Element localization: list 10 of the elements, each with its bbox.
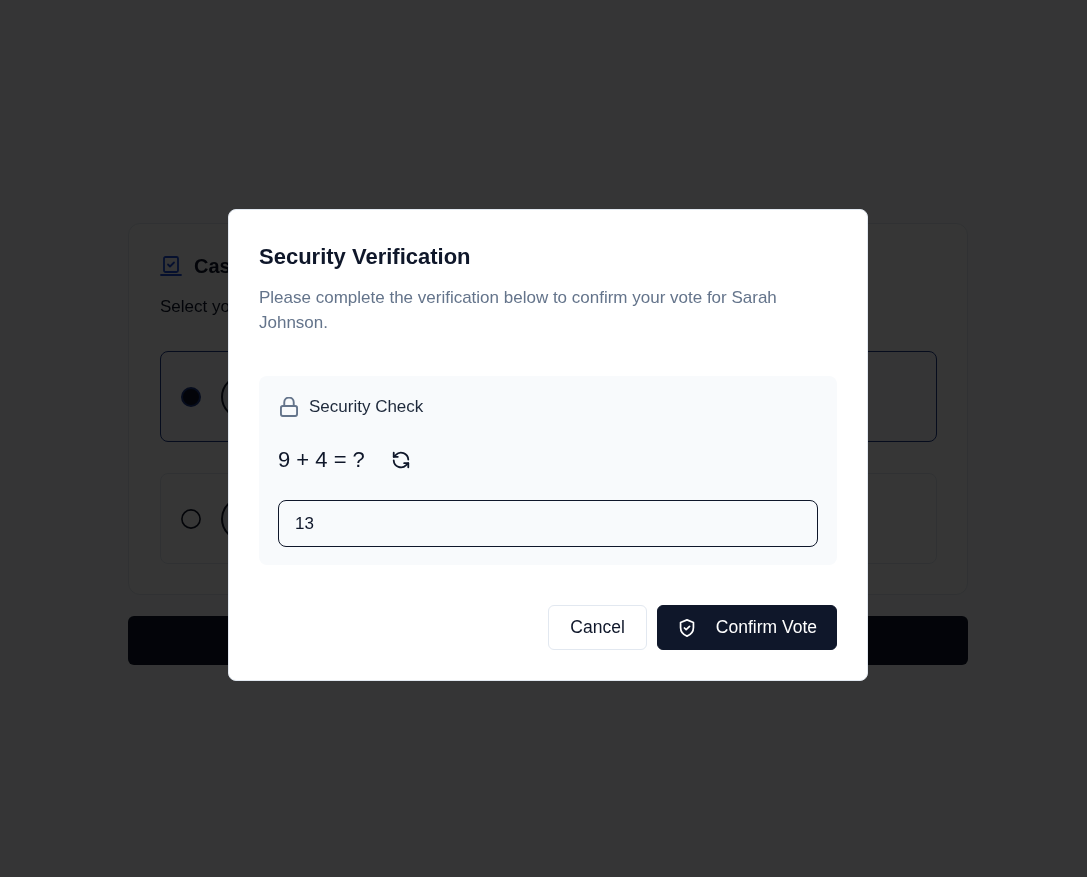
answer-input[interactable]: 13	[278, 500, 818, 547]
dialog-description: Please complete the verification below to confirm your vote for Sarah Johnson.	[259, 287, 778, 334]
shield-check-icon	[678, 618, 695, 637]
dialog-title: Security Verification	[259, 243, 472, 271]
lock-icon	[280, 397, 298, 417]
confirm-vote-button[interactable]: Confirm Vote	[656, 605, 837, 650]
math-question: 9 + 4 = ?	[278, 446, 365, 474]
security-check-label: Security Check	[309, 396, 424, 418]
cancel-button[interactable]: Cancel	[548, 605, 647, 650]
refresh-icon[interactable]	[390, 450, 411, 470]
